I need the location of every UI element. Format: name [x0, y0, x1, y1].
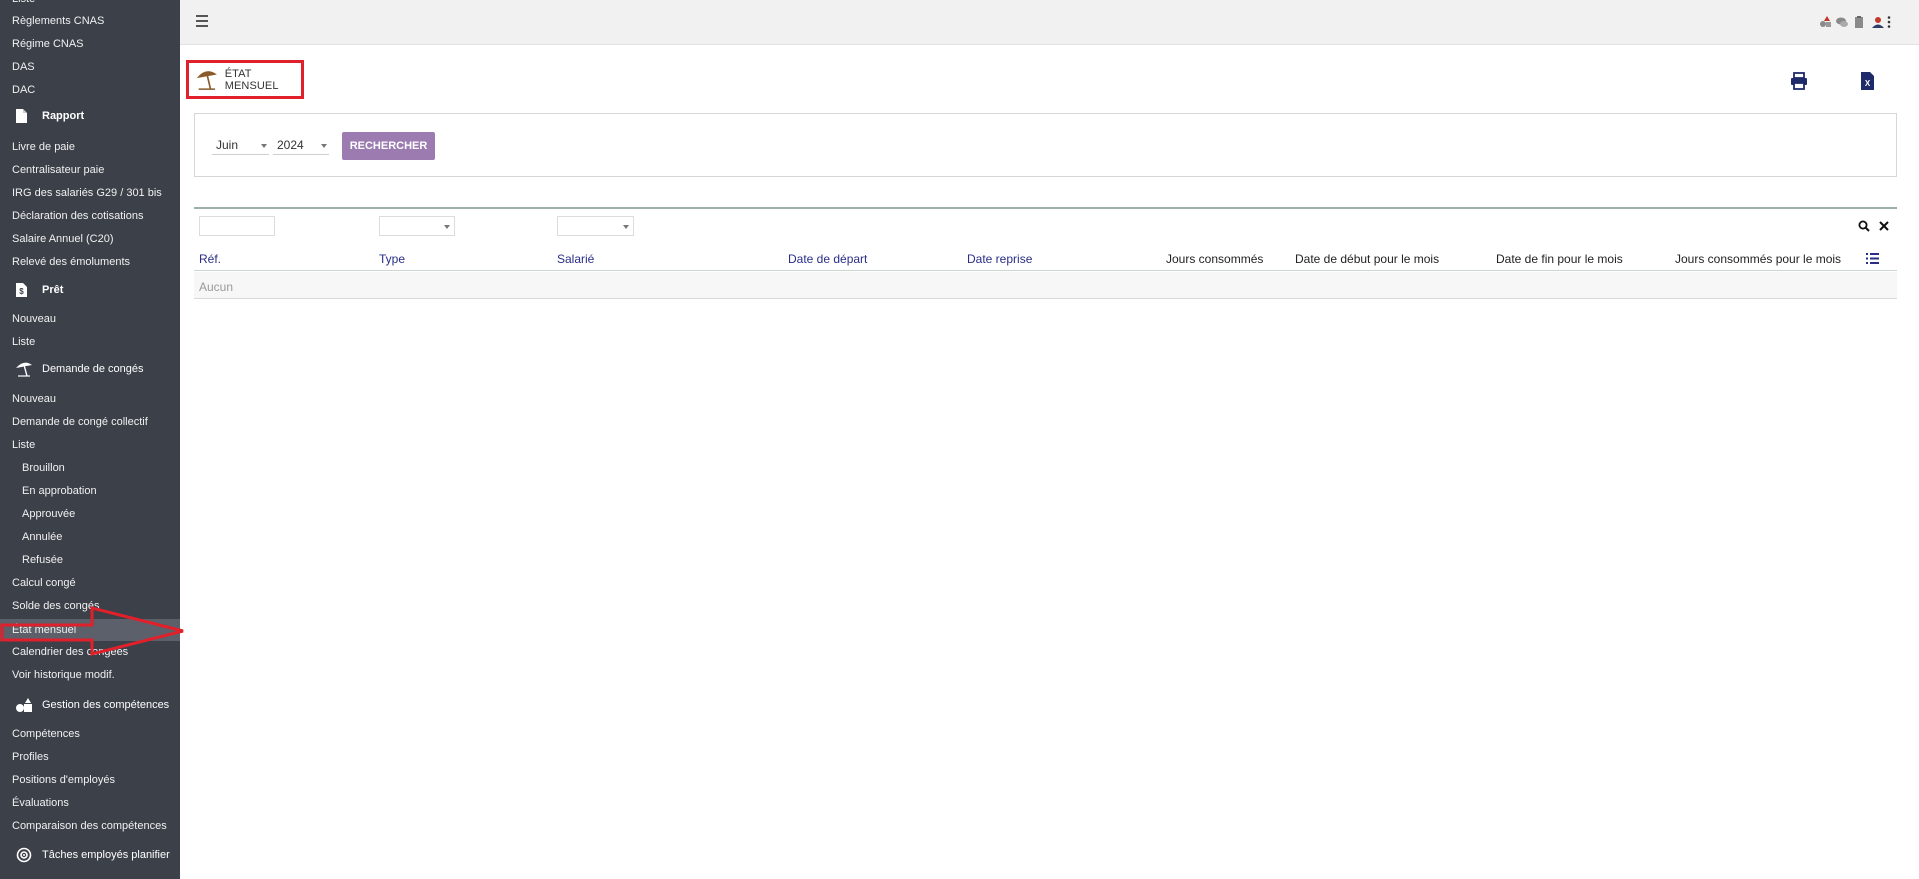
month-select[interactable]: Juin	[212, 137, 269, 155]
sidebar-item-irg-salaries[interactable]: IRG des salariés G29 / 301 bis	[12, 187, 162, 199]
ref-filter-input[interactable]	[199, 216, 275, 236]
sidebar-item-positions-employes[interactable]: Positions d'employés	[12, 774, 115, 786]
column-header-type[interactable]: Type	[379, 252, 405, 266]
sidebar-item-releve-emoluments[interactable]: Relevé des émoluments	[12, 256, 130, 268]
sidebar-section-label: Demande de congés	[42, 363, 144, 375]
sidebar-item-regime-cnas[interactable]: Régime CNAS	[12, 38, 84, 50]
sidebar-item-evaluations[interactable]: Évaluations	[12, 797, 69, 809]
sidebar-section-rapport[interactable]: Rapport	[14, 108, 84, 124]
sidebar-item-livre-de-paie[interactable]: Livre de paie	[12, 141, 75, 153]
sidebar-item-brouillon[interactable]: Brouillon	[22, 462, 65, 474]
svg-text:X: X	[1865, 79, 1871, 88]
column-list-icon[interactable]	[1866, 253, 1879, 264]
sidebar-item-centralisateur-paie[interactable]: Centralisateur paie	[12, 164, 104, 176]
salarie-filter-select[interactable]	[557, 216, 634, 236]
sidebar-item-conges-liste[interactable]: Liste	[12, 439, 35, 451]
column-header-date-debut-mois[interactable]: Date de début pour le mois	[1295, 252, 1439, 266]
sidebar-section-demande-conges[interactable]: Demande de congés	[14, 361, 144, 377]
chevron-down-icon	[321, 144, 327, 148]
column-header-salarie[interactable]: Salarié	[557, 252, 594, 266]
sidebar-item-solde-conges[interactable]: Solde des congés	[12, 600, 99, 612]
page-title-highlight: ÉTAT MENSUEL	[186, 60, 304, 99]
column-header-date-fin-mois[interactable]: Date de fin pour le mois	[1496, 252, 1623, 266]
document-icon	[14, 108, 28, 124]
sidebar-item-calendrier-conges[interactable]: Calendrier des congées	[12, 646, 128, 658]
sidebar-section-gestion-competences[interactable]: Gestion des compétences	[14, 697, 169, 713]
beach-umbrella-icon	[196, 70, 217, 90]
empty-message: Aucun	[199, 280, 234, 294]
top-bar	[180, 0, 1919, 45]
sidebar-section-pret[interactable]: $ Prêt	[14, 282, 63, 298]
sidebar-item-profiles[interactable]: Profiles	[12, 751, 49, 763]
excel-export-icon[interactable]: X	[1858, 72, 1876, 90]
clipboard-icon[interactable]	[1853, 16, 1865, 28]
target-icon	[14, 847, 34, 863]
print-icon[interactable]	[1790, 72, 1808, 90]
table-header-row: Réf. Type Salarié Date de départ Date re…	[194, 244, 1897, 271]
sidebar-item-dac[interactable]: DAC	[12, 84, 35, 96]
sidebar-item-approuvee[interactable]: Approuvée	[22, 508, 75, 520]
chevron-down-icon	[261, 144, 267, 148]
page-title: ÉTAT MENSUEL	[224, 67, 279, 92]
chat-icon[interactable]	[1836, 16, 1848, 28]
hamburger-menu-icon[interactable]	[196, 15, 208, 27]
year-select-value: 2024	[277, 138, 304, 152]
data-grid: Réf. Type Salarié Date de départ Date re…	[194, 207, 1897, 299]
sidebar-section-taches[interactable]: Tâches employés planifier	[14, 847, 170, 863]
column-header-jours-consommes[interactable]: Jours consommés	[1166, 252, 1263, 266]
sidebar-item-pret-nouveau[interactable]: Nouveau	[12, 313, 56, 325]
shapes-icon[interactable]	[1819, 16, 1831, 28]
type-filter-select[interactable]	[379, 216, 455, 236]
svg-text:$: $	[19, 287, 24, 296]
sidebar-item-conges-nouveau[interactable]: Nouveau	[12, 393, 56, 405]
sidebar: Liste Règlements CNAS Régime CNAS DAS DA…	[0, 0, 180, 879]
sidebar-item-conge-collectif[interactable]: Demande de congé collectif	[12, 416, 148, 428]
column-header-jours-consommes-mois[interactable]: Jours consommés pour le mois	[1675, 252, 1841, 266]
sidebar-item-annulee[interactable]: Annulée	[22, 531, 62, 543]
search-icon[interactable]	[1858, 220, 1870, 232]
column-header-date-reprise[interactable]: Date reprise	[967, 252, 1032, 266]
sidebar-item-refusee[interactable]: Refusée	[22, 554, 63, 566]
invoice-icon: $	[14, 282, 28, 298]
search-button[interactable]: RECHERCHER	[342, 132, 435, 160]
sidebar-item-liste-top[interactable]: Liste	[12, 0, 35, 5]
table-row: Aucun	[194, 272, 1897, 299]
sidebar-section-label: Gestion des compétences	[42, 699, 170, 711]
column-header-date-depart[interactable]: Date de départ	[788, 252, 867, 266]
sidebar-item-en-approbation[interactable]: En approbation	[22, 485, 97, 497]
filter-panel: Juin 2024 RECHERCHER	[194, 113, 1897, 177]
sidebar-item-pret-liste[interactable]: Liste	[12, 336, 35, 348]
sidebar-item-calcul-conge[interactable]: Calcul congé	[12, 577, 76, 589]
sidebar-section-label: Tâches employés planifier	[42, 849, 170, 861]
sidebar-item-competences[interactable]: Compétences	[12, 728, 80, 740]
close-icon[interactable]	[1879, 221, 1889, 231]
beach-umbrella-icon	[14, 361, 34, 377]
sidebar-item-declaration-cotisations[interactable]: Déclaration des cotisations	[12, 210, 143, 222]
sidebar-item-comparaison-competences[interactable]: Comparaison des compétences	[12, 820, 167, 832]
sidebar-item-etat-mensuel[interactable]: État mensuel	[0, 619, 180, 641]
shapes-icon	[14, 697, 34, 713]
year-select[interactable]: 2024	[273, 137, 329, 155]
sidebar-item-salaire-annuel[interactable]: Salaire Annuel (C20)	[12, 233, 114, 245]
sidebar-item-reglements-cnas[interactable]: Règlements CNAS	[12, 15, 104, 27]
sidebar-item-das[interactable]: DAS	[12, 61, 35, 73]
chevron-down-icon	[623, 225, 629, 229]
month-select-value: Juin	[216, 138, 239, 152]
column-header-ref[interactable]: Réf.	[199, 252, 221, 266]
sidebar-section-label: Rapport	[42, 110, 85, 122]
more-vertical-icon[interactable]	[1886, 16, 1892, 28]
sidebar-item-historique-modif[interactable]: Voir historique modif.	[12, 669, 115, 681]
chevron-down-icon	[444, 225, 450, 229]
user-avatar-icon[interactable]	[1872, 16, 1884, 28]
sidebar-section-label: Prêt	[42, 284, 64, 296]
